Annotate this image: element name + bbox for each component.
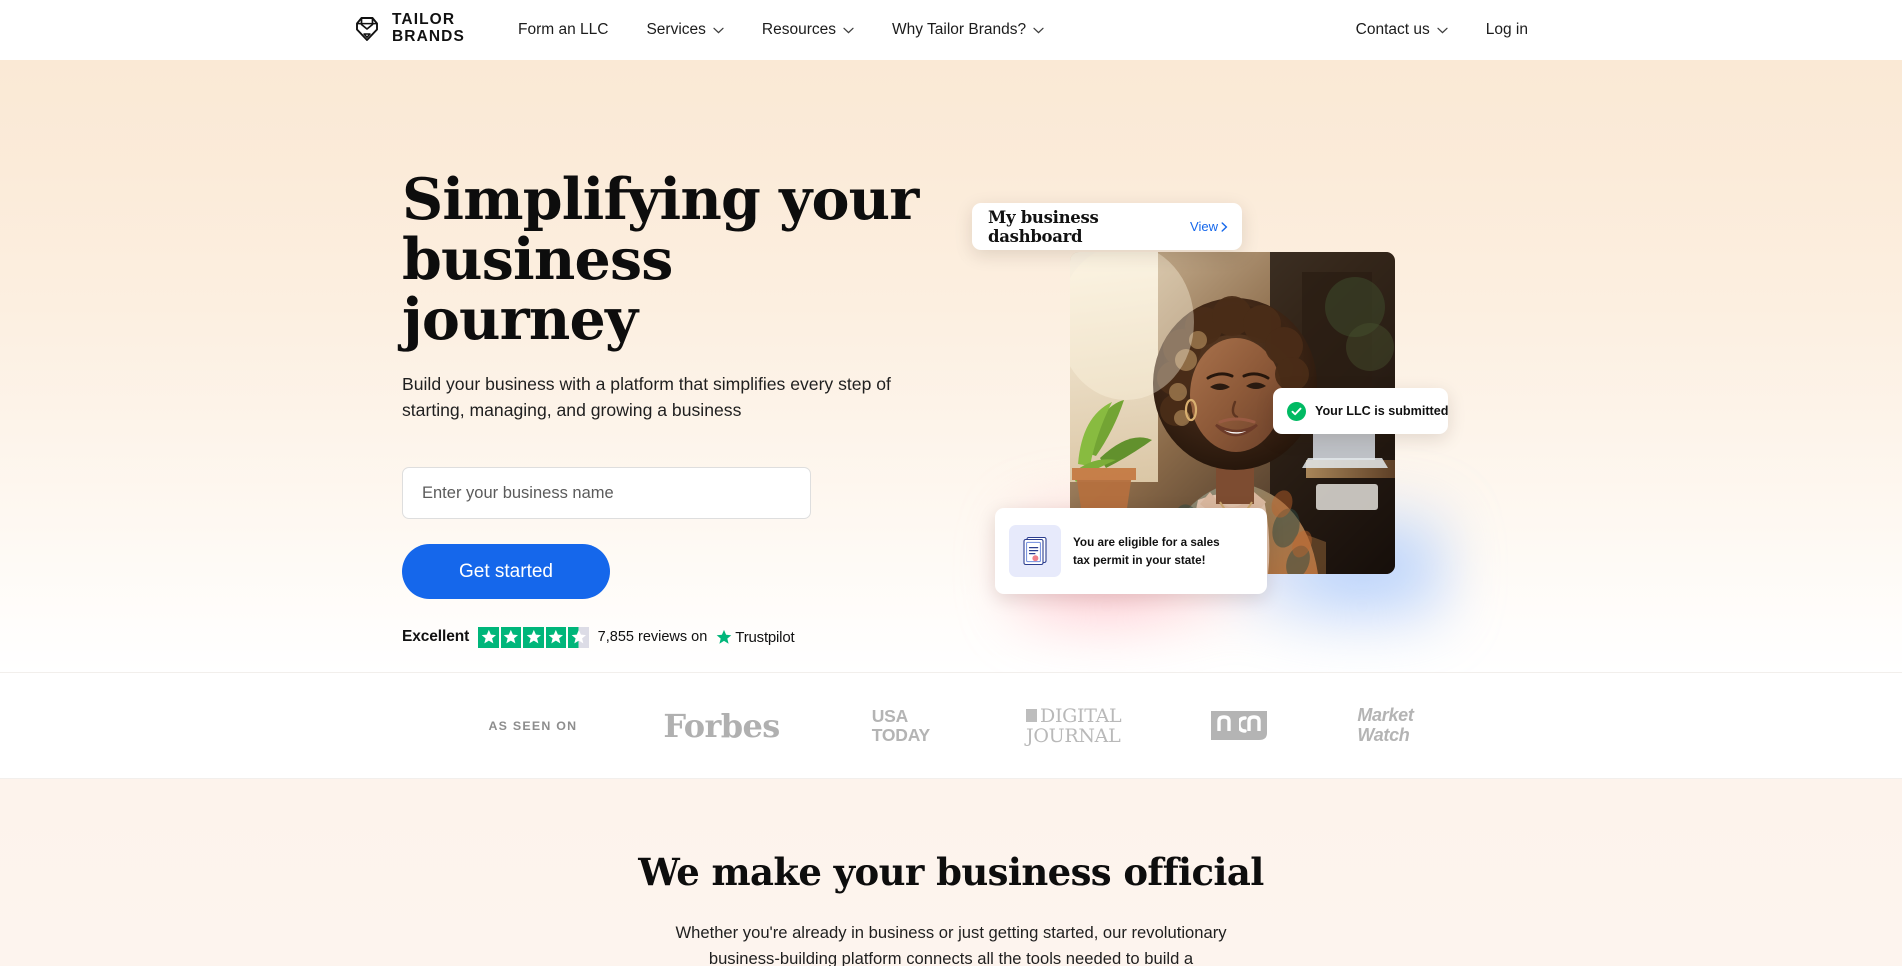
star-icon [523, 627, 544, 648]
chevron-right-icon [1221, 221, 1228, 232]
nav-label: Log in [1485, 21, 1528, 38]
dashboard-card[interactable]: My business dashboard View [972, 203, 1242, 250]
star-icon [545, 627, 567, 648]
tailor-brands-shield-icon [351, 13, 383, 45]
dashboard-view-link[interactable]: View [1190, 219, 1228, 234]
official-section: We make your business official Whether y… [0, 779, 1902, 966]
ncn-logo-icon [1211, 711, 1268, 740]
star-icon [478, 627, 499, 648]
trustpilot-star-icon [716, 630, 732, 644]
hero-title-line-1: Simplifying your [402, 166, 919, 233]
marketwatch-line-1: Market [1357, 705, 1414, 725]
nav-label: Resources [761, 21, 836, 38]
official-sub-line-2: business-building platform connects all … [708, 949, 1194, 966]
trustpilot-rating-word: Excellent [402, 628, 470, 646]
secondary-nav: Contact us Log in [1356, 0, 1547, 60]
tax-permit-card: You are eligible for a sales tax permit … [995, 508, 1267, 594]
press-logo-usa-today: USA TODAY [871, 706, 931, 745]
page-title: Simplifying your business journey [402, 170, 922, 350]
llc-status-card: Your LLC is submitted [1273, 388, 1448, 434]
hero-visual: My business dashboard View Your LLC is s… [972, 180, 1470, 640]
press-logo-ncn [1209, 709, 1269, 742]
digital-journal-line-2: JOURNAL [1026, 724, 1121, 747]
official-section-title: We make your business official [638, 850, 1264, 894]
certificate-document-icon [1009, 525, 1061, 577]
nav-item-resources[interactable]: Resources [743, 0, 873, 60]
chevron-down-icon [1437, 27, 1448, 33]
nav-item-contact-us[interactable]: Contact us [1356, 0, 1467, 60]
nav-label: Services [646, 21, 706, 38]
as-seen-on-label: AS SEEN ON [488, 718, 578, 733]
primary-nav: Form an LLC Services Resources Why Tailo… [518, 0, 1063, 60]
trustpilot-review-count: 7,855 reviews on [597, 629, 708, 646]
star-icon [500, 627, 522, 648]
page-root: TAILOR BRANDS Form an LLC Services Resou… [0, 0, 1902, 966]
trustpilot-stars [478, 627, 589, 648]
trustpilot-brand-label: Trustpilot [735, 628, 795, 646]
chevron-down-icon [713, 27, 724, 33]
official-section-subtitle: Whether you're already in business or ju… [671, 920, 1231, 966]
dashboard-card-title: My business dashboard [988, 207, 1099, 246]
hero-subtitle: Build your business with a platform that… [402, 374, 891, 420]
dashboard-view-label: View [1190, 219, 1218, 234]
nav-label: Form an LLC [518, 21, 609, 38]
site-header: TAILOR BRANDS Form an LLC Services Resou… [0, 0, 1902, 60]
digital-journal-square-icon [1026, 709, 1038, 722]
usa-today-line-1: USA [871, 706, 909, 726]
press-logos-band: AS SEEN ON Forbes USA TODAY DIGITAL JOUR… [0, 672, 1902, 779]
official-sub-line-1: Whether you're already in business or ju… [675, 923, 1227, 942]
press-logo-forbes: Forbes [663, 706, 780, 745]
nav-label: Contact us [1355, 21, 1430, 38]
digital-journal-line-1: DIGITAL [1040, 704, 1122, 727]
hero-copy: Simplifying your business journey Build … [402, 170, 922, 648]
nav-item-why-tailor-brands[interactable]: Why Tailor Brands? [873, 0, 1063, 60]
chevron-down-icon [843, 27, 854, 33]
press-logo-digital-journal: DIGITAL JOURNAL [1026, 704, 1122, 747]
hero-section: Simplifying your business journey Build … [0, 60, 1902, 672]
marketwatch-line-2: Watch [1357, 724, 1410, 745]
chevron-down-icon [1033, 27, 1044, 33]
logo[interactable]: TAILOR BRANDS [351, 11, 465, 45]
check-circle-icon [1287, 401, 1306, 421]
tax-permit-line-2: tax permit in your state! [1073, 554, 1206, 567]
llc-status-text: Your LLC is submitted [1315, 404, 1449, 418]
star-half-icon [568, 627, 589, 648]
get-started-button[interactable]: Get started [402, 544, 610, 599]
nav-item-services[interactable]: Services [627, 0, 742, 60]
logo-line-1: TAILOR [392, 11, 456, 28]
trustpilot-rating[interactable]: Excellent 7,855 reviews on Trustpilot [402, 627, 922, 648]
logo-line-2: BRANDS [392, 27, 465, 45]
trustpilot-brand: Trustpilot [716, 628, 795, 646]
hero-title-line-2: business journey [402, 226, 673, 353]
tax-permit-body: You are eligible for a sales tax permit … [1073, 533, 1253, 569]
press-logo-marketwatch: Market Watch [1357, 705, 1414, 745]
tax-permit-line-1: You are eligible for a sales [1073, 536, 1220, 549]
nav-item-form-an-llc[interactable]: Form an LLC [518, 0, 627, 60]
nav-item-log-in[interactable]: Log in [1467, 0, 1547, 60]
nav-label: Why Tailor Brands? [891, 21, 1027, 38]
usa-today-line-2: TODAY [871, 724, 931, 745]
business-name-input[interactable] [402, 467, 811, 519]
